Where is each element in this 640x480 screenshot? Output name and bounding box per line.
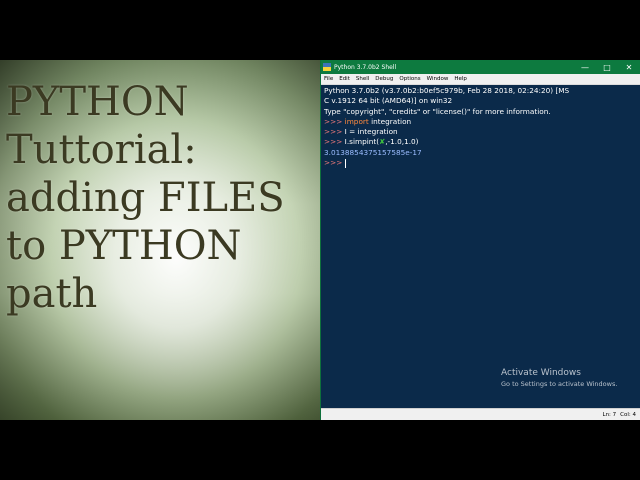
tutorial-title-text: PYTHON Tuttorial: adding FILES to PYTHON…: [6, 79, 285, 317]
window-title: Python 3.7.0b2 Shell: [334, 63, 397, 71]
banner-line-1: Python 3.7.0b2 (v3.7.0b2:b0ef5c979b, Feb…: [324, 86, 570, 95]
close-button[interactable]: ✕: [618, 60, 640, 74]
activate-windows-watermark: Activate Windows Go to Settings to activ…: [501, 368, 617, 390]
prompt: >>>: [324, 158, 345, 168]
window-titlebar[interactable]: Python 3.7.0b2 Shell — □ ✕: [321, 60, 640, 74]
video-frame: PYTHON Tuttorial: adding FILES to PYTHON…: [0, 60, 640, 420]
command-text: integration: [368, 116, 412, 126]
line-number: Ln: 7: [602, 411, 617, 418]
command-text: I.simpint(: [344, 137, 380, 147]
command-line-3: >>> I.simpint(✘,-1.0,1.0): [324, 137, 637, 147]
maximize-button[interactable]: □: [596, 60, 618, 74]
menu-shell[interactable]: Shell: [356, 76, 369, 82]
output-line: 3.0138854375157585e-17: [324, 147, 422, 157]
menu-file[interactable]: File: [324, 76, 333, 82]
idle-shell-window: Python 3.7.0b2 Shell — □ ✕ File Edit She…: [320, 60, 640, 420]
import-keyword: import: [344, 116, 369, 126]
shell-text-area[interactable]: Python 3.7.0b2 (v3.7.0b2:b0ef5c979b, Feb…: [321, 85, 640, 409]
prompt: >>>: [324, 137, 345, 147]
menu-window[interactable]: Window: [427, 76, 449, 82]
activate-windows-title: Activate Windows: [501, 368, 581, 378]
banner-line-2: C v.1912 64 bit (AMD64)] on win32: [324, 96, 453, 106]
minimize-button[interactable]: —: [574, 60, 596, 74]
prompt: >>>: [324, 127, 345, 137]
activate-windows-subtitle: Go to Settings to activate Windows.: [501, 380, 618, 389]
menu-edit[interactable]: Edit: [339, 76, 350, 82]
command-text: I = integration: [344, 127, 398, 137]
input-line[interactable]: >>>: [324, 158, 637, 168]
text-cursor: [344, 158, 346, 168]
command-line-1: >>> import integration: [324, 117, 637, 127]
command-text: ,-1.0,1.0): [385, 137, 419, 147]
menu-debug[interactable]: Debug: [375, 76, 393, 82]
banner-line-3: Type "copyright", "credits" or "license(…: [324, 106, 551, 116]
command-line-2: >>> I = integration: [324, 127, 637, 137]
python-icon: [323, 63, 331, 71]
status-bar: Ln: 7 Col: 4: [321, 408, 640, 420]
background-panel: PYTHON Tuttorial: adding FILES to PYTHON…: [0, 60, 320, 420]
prompt: >>>: [324, 116, 345, 126]
column-number: Col: 4: [620, 411, 636, 418]
menu-bar: File Edit Shell Debug Options Window Hel…: [321, 74, 640, 85]
menu-help[interactable]: Help: [454, 76, 467, 82]
menu-options[interactable]: Options: [399, 76, 420, 82]
